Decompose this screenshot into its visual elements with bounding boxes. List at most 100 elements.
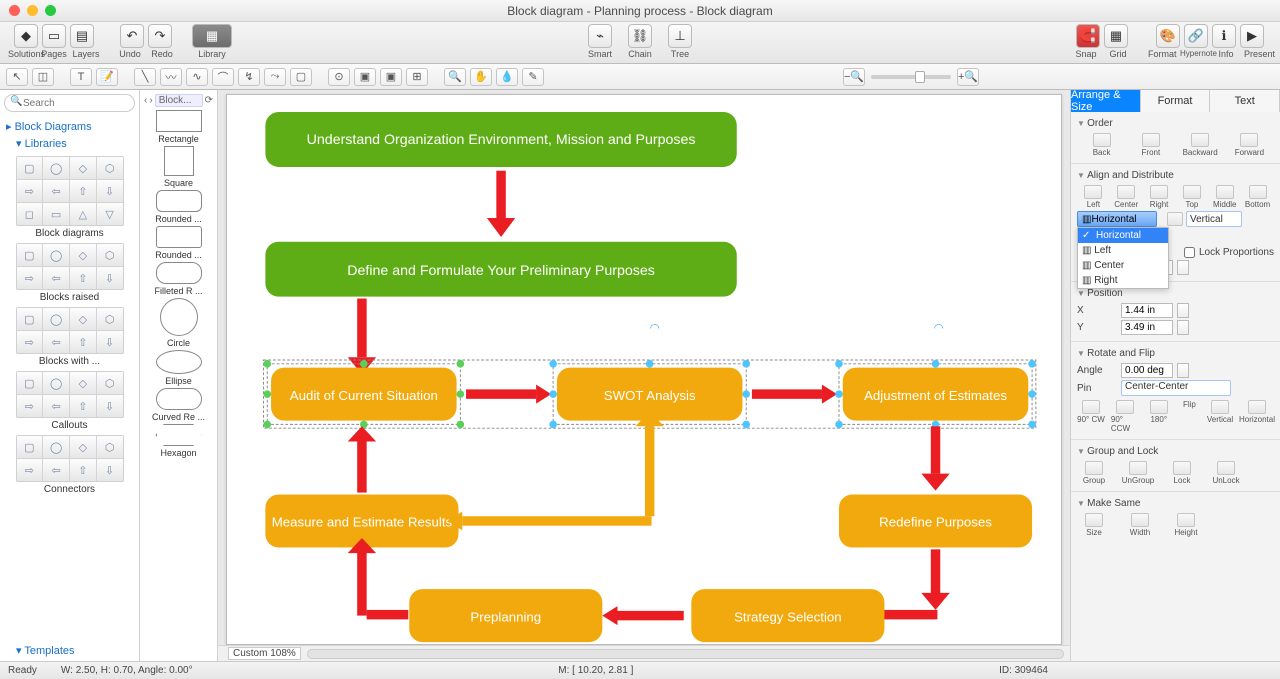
- shape-rr2[interactable]: Rounded ...: [140, 226, 217, 260]
- present-button[interactable]: ▶: [1240, 24, 1264, 48]
- section-align[interactable]: Align and Distribute: [1077, 168, 1274, 183]
- snap-button[interactable]: 🧲: [1076, 24, 1100, 48]
- block-b2[interactable]: Define and Formulate Your Preliminary Pu…: [347, 263, 655, 279]
- order-front[interactable]: Front: [1134, 133, 1168, 157]
- section-group[interactable]: Group and Lock: [1077, 444, 1274, 459]
- format-button[interactable]: 🎨: [1156, 24, 1180, 48]
- layers-button[interactable]: ▤: [70, 24, 94, 48]
- shape-cr[interactable]: Curved Re ...: [140, 388, 217, 422]
- info-button[interactable]: ℹ: [1212, 24, 1236, 48]
- angle-input[interactable]: [1121, 363, 1173, 378]
- block-b5-group[interactable]: Adjustment of Estimates: [835, 360, 1036, 428]
- spline-tool[interactable]: ∿: [186, 68, 208, 86]
- shape-ell[interactable]: Ellipse: [140, 350, 217, 386]
- nav-back-icon[interactable]: ‹: [144, 95, 147, 106]
- order-forward[interactable]: Forward: [1232, 133, 1266, 157]
- polyline-tool[interactable]: 〰: [160, 68, 182, 86]
- rotate-90CW[interactable]: 90° CW: [1077, 400, 1105, 433]
- lock-proportions-checkbox[interactable]: Lock Proportions: [1184, 247, 1274, 258]
- group-ungroup[interactable]: UnGroup: [1121, 461, 1155, 485]
- tree-templates[interactable]: ▾ Templates: [6, 642, 133, 659]
- tab-format[interactable]: Format: [1141, 90, 1211, 112]
- flip-vertical[interactable]: Vertical: [1206, 400, 1234, 433]
- align-top[interactable]: Top: [1175, 185, 1208, 209]
- palette-callouts[interactable]: ▢◯◇⬡⇨⇦⇧⇩: [16, 371, 124, 418]
- zoom-select[interactable]: Custom 108%: [228, 647, 301, 660]
- hscrollbar[interactable]: [307, 649, 1064, 659]
- hand-tool[interactable]: ✋: [470, 68, 492, 86]
- align-right[interactable]: Right: [1143, 185, 1176, 209]
- block-b1[interactable]: Understand Organization Environment, Mis…: [307, 132, 696, 148]
- hypernote-button[interactable]: 🔗: [1184, 24, 1208, 48]
- section-rotate[interactable]: Rotate and Flip: [1077, 346, 1274, 361]
- redo-button[interactable]: ↷: [148, 24, 172, 48]
- group-group[interactable]: Group: [1077, 461, 1111, 485]
- x-stepper[interactable]: [1177, 303, 1189, 318]
- hilite-tool[interactable]: ✎: [522, 68, 544, 86]
- send-back-tool[interactable]: ▣: [354, 68, 376, 86]
- search-input[interactable]: [4, 94, 135, 112]
- tree-libraries[interactable]: ▾ Libraries: [6, 135, 133, 152]
- height-stepper[interactable]: [1177, 260, 1189, 275]
- y-input[interactable]: [1121, 320, 1173, 335]
- arc-tool[interactable]: ⌒: [212, 68, 234, 86]
- pointer-tool[interactable]: ↖: [6, 68, 28, 86]
- breadcrumb[interactable]: Block...: [155, 94, 203, 107]
- section-make-same[interactable]: Make Same: [1077, 496, 1274, 511]
- align-middle[interactable]: Middle: [1208, 185, 1241, 209]
- pin-select[interactable]: Center-Center: [1121, 380, 1231, 396]
- solutions-button[interactable]: ◆: [14, 24, 38, 48]
- group-lock[interactable]: Lock: [1165, 461, 1199, 485]
- flip-horizontal[interactable]: Horizontal: [1240, 400, 1274, 433]
- block-b3-group[interactable]: Audit of Current Situation: [263, 360, 464, 428]
- angle-stepper[interactable]: [1177, 363, 1189, 378]
- make-same-size[interactable]: Size: [1077, 513, 1111, 537]
- find-tool[interactable]: 🔍: [444, 68, 466, 86]
- distribute-v-select[interactable]: Vertical: [1186, 211, 1242, 227]
- shape-rr[interactable]: Rounded ...: [140, 190, 217, 224]
- shape-sq[interactable]: Square: [140, 146, 217, 188]
- smart-button[interactable]: ⌁: [588, 24, 612, 48]
- block-b6[interactable]: Measure and Estimate Results: [272, 515, 453, 530]
- y-stepper[interactable]: [1177, 320, 1189, 335]
- order-back[interactable]: Back: [1085, 133, 1119, 157]
- order-backward[interactable]: Backward: [1183, 133, 1217, 157]
- tree-block-diagrams[interactable]: ▸ Block Diagrams: [6, 118, 133, 135]
- grid-button[interactable]: ▦: [1104, 24, 1128, 48]
- bring-front-tool[interactable]: ▣: [380, 68, 402, 86]
- align-bottom[interactable]: Bottom: [1241, 185, 1274, 209]
- palette-connectors[interactable]: ▢◯◇⬡⇨⇦⇧⇩: [16, 435, 124, 482]
- rotate-90CCW[interactable]: 90° CCW: [1111, 400, 1139, 433]
- x-input[interactable]: [1121, 303, 1173, 318]
- drawing-canvas[interactable]: Understand Organization Environment, Mis…: [226, 94, 1062, 645]
- dd-item-center[interactable]: ▥ Center: [1078, 258, 1168, 273]
- zoom-out[interactable]: −🔍: [843, 68, 865, 86]
- make-same-height[interactable]: Height: [1169, 513, 1203, 537]
- connector-tool[interactable]: ↯: [238, 68, 260, 86]
- connector2-tool[interactable]: ⤳: [264, 68, 286, 86]
- tab-arrange[interactable]: Arrange & Size: [1071, 90, 1141, 112]
- zoom-slider[interactable]: [871, 75, 951, 79]
- align-left[interactable]: Left: [1077, 185, 1110, 209]
- nav-refresh-icon[interactable]: ⟳: [205, 95, 213, 106]
- rotate-180[interactable]: 180°: [1145, 400, 1173, 433]
- note-tool[interactable]: 📝: [96, 68, 118, 86]
- align-center[interactable]: Center: [1110, 185, 1143, 209]
- palette-block-diagrams[interactable]: ▢◯◇⬡⇨⇦⇧⇩◻▭△▽: [16, 156, 124, 226]
- chain-button[interactable]: ⛓: [628, 24, 652, 48]
- group-unlock[interactable]: UnLock: [1209, 461, 1243, 485]
- block-b8[interactable]: Preplanning: [470, 609, 541, 624]
- undo-button[interactable]: ↶: [120, 24, 144, 48]
- eyedrop-tool[interactable]: 💧: [496, 68, 518, 86]
- shape-fr[interactable]: Filleted R ...: [140, 262, 217, 296]
- vert-distribute-icon[interactable]: [1167, 212, 1183, 226]
- library-button[interactable]: ▦: [192, 24, 232, 48]
- tree-button[interactable]: ⊥: [668, 24, 692, 48]
- dd-item-left[interactable]: ▥ Left: [1078, 243, 1168, 258]
- lasso-tool[interactable]: ◫: [32, 68, 54, 86]
- palette-blocks-raised[interactable]: ▢◯◇⬡⇨⇦⇧⇩: [16, 243, 124, 290]
- text-tool[interactable]: T: [70, 68, 92, 86]
- shape-rect[interactable]: Rectangle: [140, 110, 217, 144]
- group-tool[interactable]: ⊞: [406, 68, 428, 86]
- tab-text[interactable]: Text: [1210, 90, 1280, 112]
